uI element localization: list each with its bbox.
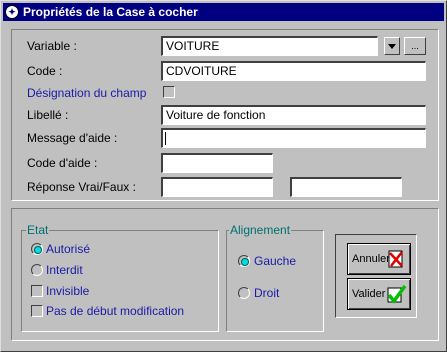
autorise-label[interactable]: Autorisé — [46, 242, 90, 256]
gauche-label[interactable]: Gauche — [254, 254, 296, 268]
triangle-down-icon — [388, 43, 396, 49]
browse-button[interactable]: ... — [404, 37, 426, 55]
invisible-checkbox[interactable] — [31, 285, 43, 297]
etat-title: Etat — [26, 223, 50, 237]
dialog-window: ✦ Propriétés de la Case à cocher Variabl… — [0, 0, 447, 352]
libelle-field[interactable]: Voiture de fonction — [161, 105, 426, 125]
interdit-label[interactable]: Interdit — [46, 263, 83, 277]
designation-checkbox[interactable] — [163, 86, 175, 98]
code-label: Code : — [27, 64, 63, 78]
droit-label[interactable]: Droit — [254, 286, 279, 300]
droit-radio[interactable] — [238, 287, 250, 299]
reponse-vrai-field[interactable] — [161, 177, 273, 197]
variable-field[interactable]: VOITURE — [161, 36, 378, 56]
red-cross-icon — [388, 250, 403, 268]
autorise-radio[interactable] — [31, 243, 43, 255]
alignement-group — [226, 230, 324, 332]
valider-label: Valider — [352, 288, 386, 300]
designation-label: Désignation du champ — [27, 86, 147, 100]
message-aide-label: Message d'aide : — [27, 131, 118, 145]
libelle-label: Libellé : — [27, 108, 69, 122]
code-aide-field[interactable] — [161, 153, 273, 173]
reponse-label: Réponse Vrai/Faux : — [27, 180, 136, 194]
invisible-label[interactable]: Invisible — [46, 284, 89, 298]
variable-dropdown-button[interactable] — [384, 37, 400, 55]
variable-label: Variable : — [27, 39, 77, 53]
window-title: Propriétés de la Case à cocher — [23, 5, 198, 19]
gauche-radio[interactable] — [238, 255, 250, 267]
pas-debut-label[interactable]: Pas de début modification — [46, 304, 184, 318]
interdit-radio[interactable] — [31, 264, 43, 276]
valider-button[interactable]: Valider — [347, 278, 411, 310]
annuler-button[interactable]: Annuler — [347, 243, 411, 275]
green-check-icon — [387, 284, 407, 304]
message-aide-field[interactable] — [161, 128, 426, 148]
alignement-title: Alignement — [229, 223, 292, 237]
code-field[interactable]: CDVOITURE — [161, 61, 426, 81]
reponse-faux-field[interactable] — [290, 177, 402, 197]
pas-debut-checkbox[interactable] — [31, 305, 43, 317]
code-aide-label: Code d'aide : — [27, 156, 98, 170]
title-bar[interactable]: ✦ Propriétés de la Case à cocher — [3, 3, 444, 21]
app-icon[interactable]: ✦ — [5, 5, 19, 19]
